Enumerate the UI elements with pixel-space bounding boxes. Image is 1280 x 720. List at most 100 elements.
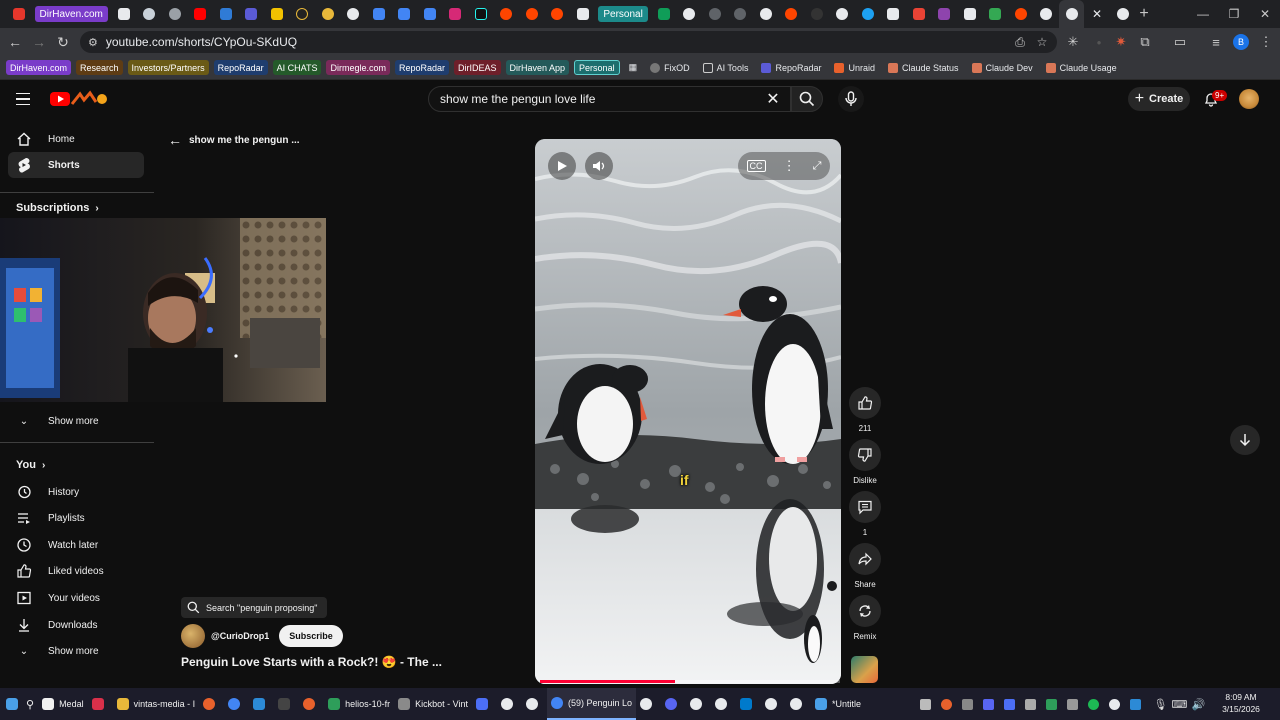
sidebar-item-watch-later[interactable]: Watch later: [8, 532, 144, 558]
channel-avatar[interactable]: [181, 624, 205, 648]
tab[interactable]: [391, 0, 417, 28]
tab[interactable]: [468, 0, 494, 28]
extension-icon[interactable]: ✳: [1061, 30, 1085, 54]
tab[interactable]: [340, 0, 366, 28]
bookmark[interactable]: FixOD: [646, 60, 694, 75]
account-avatar[interactable]: [1239, 89, 1259, 109]
tray-icon[interactable]: [1083, 688, 1104, 720]
sound-thumbnail[interactable]: [851, 656, 878, 683]
tab[interactable]: [778, 0, 804, 28]
bookmark[interactable]: Claude Usage: [1042, 60, 1121, 75]
you-heading[interactable]: You ›: [16, 459, 45, 471]
microphone-tray-button[interactable]: 🎙: [1150, 688, 1171, 720]
bookmark[interactable]: Investors/Partners: [127, 60, 209, 75]
tab[interactable]: [315, 0, 341, 28]
captions-icon[interactable]: CC: [746, 160, 766, 172]
tab[interactable]: [957, 0, 983, 28]
taskbar-app[interactable]: [249, 688, 274, 720]
shorts-video-player[interactable]: [535, 139, 841, 684]
bookmark[interactable]: Unraid: [830, 60, 879, 75]
dislike-circle[interactable]: [849, 439, 881, 471]
taskbar-app[interactable]: [224, 688, 249, 720]
sidebar-item-history[interactable]: History: [8, 479, 144, 505]
taskbar-app[interactable]: [636, 688, 661, 720]
install-app-icon[interactable]: ⎙: [1012, 34, 1028, 50]
tab[interactable]: [982, 0, 1008, 28]
bookmark[interactable]: Dirmegle.com: [326, 60, 390, 75]
youtube-logo[interactable]: [50, 90, 110, 108]
sidebar-item-liked-videos[interactable]: Liked videos: [8, 558, 144, 584]
extensions-puzzle-icon[interactable]: ⧉: [1133, 30, 1157, 54]
taskbar-app-kickbot[interactable]: Kickbot - Vint: [394, 688, 472, 720]
bookmark[interactable]: DirHaven.com: [6, 60, 72, 75]
dislike-button[interactable]: Dislike: [849, 439, 881, 485]
create-button[interactable]: + Create: [1128, 87, 1190, 111]
tray-icon[interactable]: [1125, 688, 1146, 720]
sidebar-item-home[interactable]: Home: [8, 126, 144, 152]
more-menu-icon[interactable]: ⋮: [1254, 30, 1278, 54]
search-taskbar-button[interactable]: ⚲: [22, 688, 38, 720]
taskbar-app[interactable]: [299, 688, 324, 720]
tab[interactable]: [804, 0, 830, 28]
related-search-chip[interactable]: Search "penguin proposing": [181, 597, 328, 618]
close-window-button[interactable]: ✕: [1250, 0, 1280, 28]
taskbar-app[interactable]: [199, 688, 224, 720]
taskbar-app[interactable]: [472, 688, 497, 720]
tab[interactable]: [238, 0, 264, 28]
tray-icon[interactable]: [1020, 688, 1041, 720]
tab[interactable]: [289, 0, 315, 28]
bookmark-folder[interactable]: AI Tools: [699, 60, 753, 75]
taskbar-app[interactable]: [88, 688, 113, 720]
fullscreen-icon[interactable]: ⤢: [813, 160, 822, 173]
remix-circle[interactable]: [849, 595, 881, 627]
bookmark[interactable]: RepoRadar: [394, 60, 449, 75]
video-progress-bar[interactable]: [540, 680, 840, 683]
tab[interactable]: [442, 0, 468, 28]
taskbar-app-medal[interactable]: Medal: [38, 688, 88, 720]
profile-avatar[interactable]: B: [1233, 34, 1249, 50]
sidebar-item-your-videos[interactable]: Your videos: [8, 585, 144, 611]
subscribe-button[interactable]: Subscribe: [279, 625, 343, 647]
like-button[interactable]: 211: [849, 387, 881, 433]
claude-extension-icon[interactable]: ✷: [1109, 30, 1133, 54]
bookmark[interactable]: Claude Dev: [968, 60, 1037, 75]
more-options-icon[interactable]: ⋮: [783, 158, 796, 174]
tray-icon[interactable]: [1062, 688, 1083, 720]
back-button[interactable]: ←: [3, 30, 27, 54]
taskbar-app[interactable]: [761, 688, 786, 720]
network-tray-button[interactable]: ⌨: [1169, 688, 1190, 720]
tab[interactable]: [676, 0, 702, 28]
next-short-button[interactable]: [1230, 425, 1260, 455]
tab-close-button[interactable]: ✕: [1084, 0, 1110, 28]
tab[interactable]: [753, 0, 779, 28]
tab[interactable]: [213, 0, 239, 28]
tab[interactable]: [906, 0, 932, 28]
taskbar-app[interactable]: [736, 688, 761, 720]
tab-dirhaven[interactable]: DirHaven.com: [34, 6, 108, 22]
guide-menu-button[interactable]: [12, 88, 36, 110]
tab[interactable]: [162, 0, 188, 28]
start-button[interactable]: [0, 688, 22, 720]
tab-group-personal[interactable]: Personal: [598, 6, 648, 22]
channel-name[interactable]: @CurioDrop1: [211, 631, 269, 641]
taskbar-app-chrome-penguin[interactable]: (59) Penguin Lo: [547, 688, 637, 720]
video-title[interactable]: Penguin Love Starts with a Rock?! 😍 - Th…: [181, 655, 471, 669]
tab[interactable]: [136, 0, 162, 28]
tab[interactable]: [264, 0, 290, 28]
tab[interactable]: [417, 0, 443, 28]
forward-button[interactable]: →: [27, 30, 51, 54]
sidebar-item-shorts[interactable]: Shorts: [8, 152, 144, 178]
side-panel-icon[interactable]: ▭: [1168, 30, 1192, 54]
back-to-search-link[interactable]: ← show me the pengun ...: [168, 132, 300, 148]
tray-icon[interactable]: [936, 688, 957, 720]
tab[interactable]: [6, 0, 32, 28]
taskbar-app[interactable]: [274, 688, 299, 720]
bookmark[interactable]: DirIDEAS: [454, 60, 501, 75]
tab[interactable]: [727, 0, 753, 28]
bookmark[interactable]: RepoRadar: [213, 60, 268, 75]
tab[interactable]: [366, 0, 392, 28]
comments-button[interactable]: 1: [849, 491, 881, 537]
taskbar-clock[interactable]: 8:09 AM 3/15/2026: [1208, 691, 1274, 715]
volume-tray-button[interactable]: 🔊: [1188, 688, 1209, 720]
search-input[interactable]: show me the pengun love life: [428, 86, 791, 112]
